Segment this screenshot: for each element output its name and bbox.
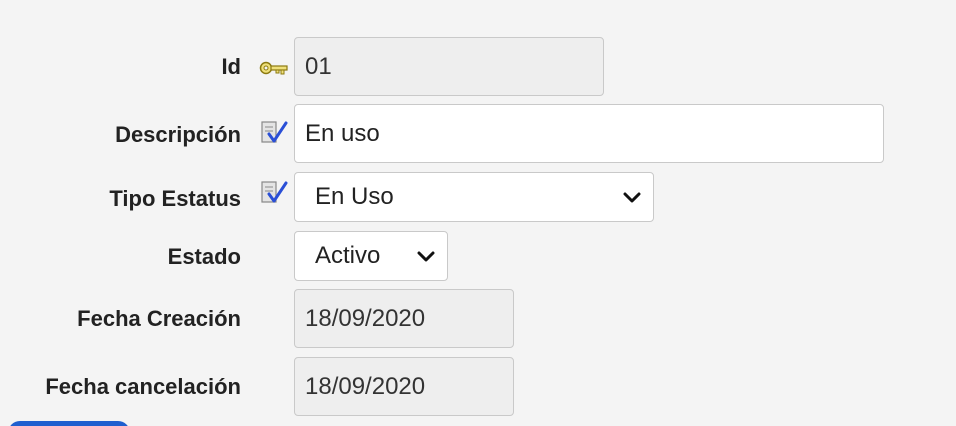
chevron-down-icon <box>417 242 435 270</box>
edit-check-icon <box>258 179 290 207</box>
descripcion-value: En uso <box>305 119 380 147</box>
fecha-creacion-label: Fecha Creación <box>77 306 241 331</box>
chevron-down-icon <box>623 183 641 211</box>
tipo-estatus-select[interactable]: En Uso <box>294 172 654 222</box>
status-form: Id 01 Descripción En uso Tipo Estatus En… <box>0 0 956 426</box>
fecha-cancelacion-field[interactable]: 18/09/2020 <box>294 357 514 416</box>
fecha-creacion-field[interactable]: 18/09/2020 <box>294 289 514 348</box>
estado-select[interactable]: Activo <box>294 231 448 281</box>
estado-value: Activo <box>315 242 381 269</box>
tipo-estatus-value: En Uso <box>315 183 394 210</box>
estado-label: Estado <box>167 244 241 269</box>
edit-check-icon <box>258 119 290 147</box>
action-button[interactable] <box>8 421 130 426</box>
descripcion-input[interactable]: En uso <box>294 104 884 163</box>
fecha-cancelacion-value: 18/09/2020 <box>305 372 426 400</box>
descripcion-label: Descripción <box>115 122 241 147</box>
id-value: 01 <box>305 52 332 80</box>
id-field[interactable]: 01 <box>294 37 604 96</box>
fecha-creacion-value: 18/09/2020 <box>305 304 426 332</box>
key-icon <box>258 55 290 83</box>
tipo-estatus-label: Tipo Estatus <box>109 186 241 211</box>
fecha-cancelacion-label: Fecha cancelación <box>45 374 241 399</box>
id-label: Id <box>221 54 241 79</box>
